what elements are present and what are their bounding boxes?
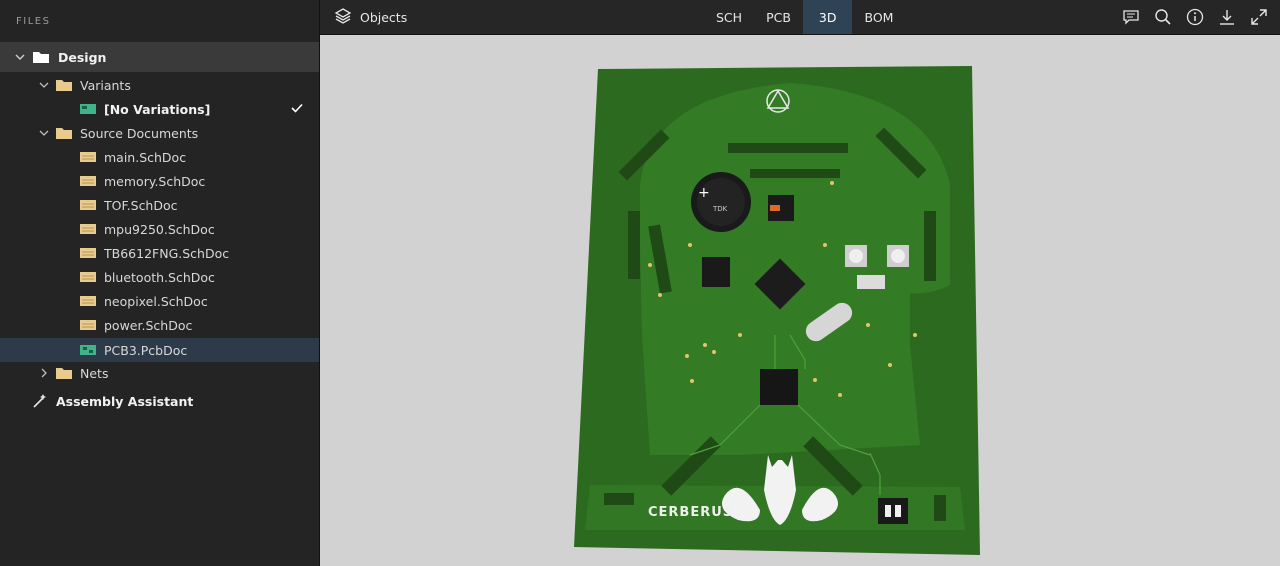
layers-icon [334,7,352,28]
document-label: mpu9250.SchDoc [104,221,215,237]
info-icon[interactable] [1186,8,1204,26]
download-icon[interactable] [1218,8,1236,26]
document-label: TOF.SchDoc [104,197,178,213]
tree-label-nets: Nets [80,365,109,381]
small-header [604,493,634,505]
document-label: bluetooth.SchDoc [104,269,215,285]
board-name-silkscreen: CERBERUS [648,505,733,520]
power-header [934,495,946,521]
files-panel: FILES Design Variants [No Variations] So… [0,0,320,566]
tree-item-document[interactable]: bluetooth.SchDoc [0,265,319,289]
tree-label-variants: Variants [80,77,131,93]
tree-label-assembly-assistant: Assembly Assistant [56,393,194,409]
tree-label-source-documents: Source Documents [80,125,199,141]
schematic-doc-icon [80,247,96,259]
svg-text:TDK: TDK [712,205,728,213]
pcb-variant-icon [80,103,96,115]
schematic-doc-icon [80,319,96,331]
3d-viewport[interactable]: + TDK CERBERUS [320,35,1280,566]
document-label: neopixel.SchDoc [104,293,208,309]
toolbar-actions [1122,0,1268,34]
pcb-3d-render: + TDK CERBERUS [574,66,980,555]
chevron-right-icon[interactable] [38,367,50,379]
chevron-down-icon[interactable] [38,127,50,139]
motor-driver-ic [760,369,798,405]
tree-item-variants[interactable]: Variants [0,73,319,97]
document-label: TB6612FNG.SchDoc [104,245,230,261]
chevron-down-icon[interactable] [38,79,50,91]
pcb-doc-icon [80,344,96,356]
dip-switch [878,498,908,524]
tab-sch[interactable]: SCH [704,0,754,34]
tree-item-document[interactable]: power.SchDoc [0,313,319,337]
files-header: FILES [0,0,319,43]
svg-text:+: + [698,185,710,201]
schematic-doc-icon [80,223,96,235]
tree-item-document[interactable]: TOF.SchDoc [0,193,319,217]
wand-icon [32,393,48,409]
chevron-down-icon[interactable] [14,51,26,63]
tree-item-source-documents[interactable]: Source Documents [0,121,319,145]
tree-item-document[interactable]: mpu9250.SchDoc [0,217,319,241]
tab-3d[interactable]: 3D [802,0,853,34]
view-tabs: SCH PCB 3D BOM [704,0,905,34]
schematic-doc-icon [80,271,96,283]
folder-icon [56,127,72,139]
schematic-doc-icon [80,151,96,163]
document-label: memory.SchDoc [104,173,206,189]
folder-open-icon [32,50,50,64]
fullscreen-icon[interactable] [1250,8,1268,26]
schematic-doc-icon [80,295,96,307]
ic-sensor [702,257,730,287]
check-icon [291,102,303,117]
viewer-toolbar: Objects SCH PCB 3D BOM [320,0,1280,35]
objects-button[interactable]: Objects [334,0,407,34]
tree-item-document[interactable]: neopixel.SchDoc [0,289,319,313]
folder-icon [56,79,72,91]
tree-item-pcb-document[interactable]: PCB3.PcbDoc [0,338,319,362]
comment-icon[interactable] [1122,8,1140,26]
tree-item-document[interactable]: memory.SchDoc [0,169,319,193]
document-label: PCB3.PcbDoc [104,342,188,358]
buzzer: + TDK [691,172,751,232]
tree-label-design: Design [58,49,107,65]
document-label: power.SchDoc [104,317,193,333]
schematic-doc-icon [80,199,96,211]
tree-label-no-variations: [No Variations] [104,101,211,117]
tab-bom[interactable]: BOM [852,0,905,34]
pin-header-right-side [924,211,936,281]
tab-pcb[interactable]: PCB [754,0,803,34]
tree-item-document[interactable]: TB6612FNG.SchDoc [0,241,319,265]
objects-label: Objects [360,9,408,25]
tree-item-design[interactable]: Design [0,42,319,72]
search-icon[interactable] [1154,8,1172,26]
tree-item-nets[interactable]: Nets [0,361,319,385]
schematic-doc-icon [80,175,96,187]
folder-icon [56,367,72,379]
tree-item-no-variations[interactable]: [No Variations] [0,97,319,121]
tree-item-assembly-assistant[interactable]: Assembly Assistant [0,389,319,413]
document-label: main.SchDoc [104,149,187,165]
tree-item-document[interactable]: main.SchDoc [0,145,319,169]
